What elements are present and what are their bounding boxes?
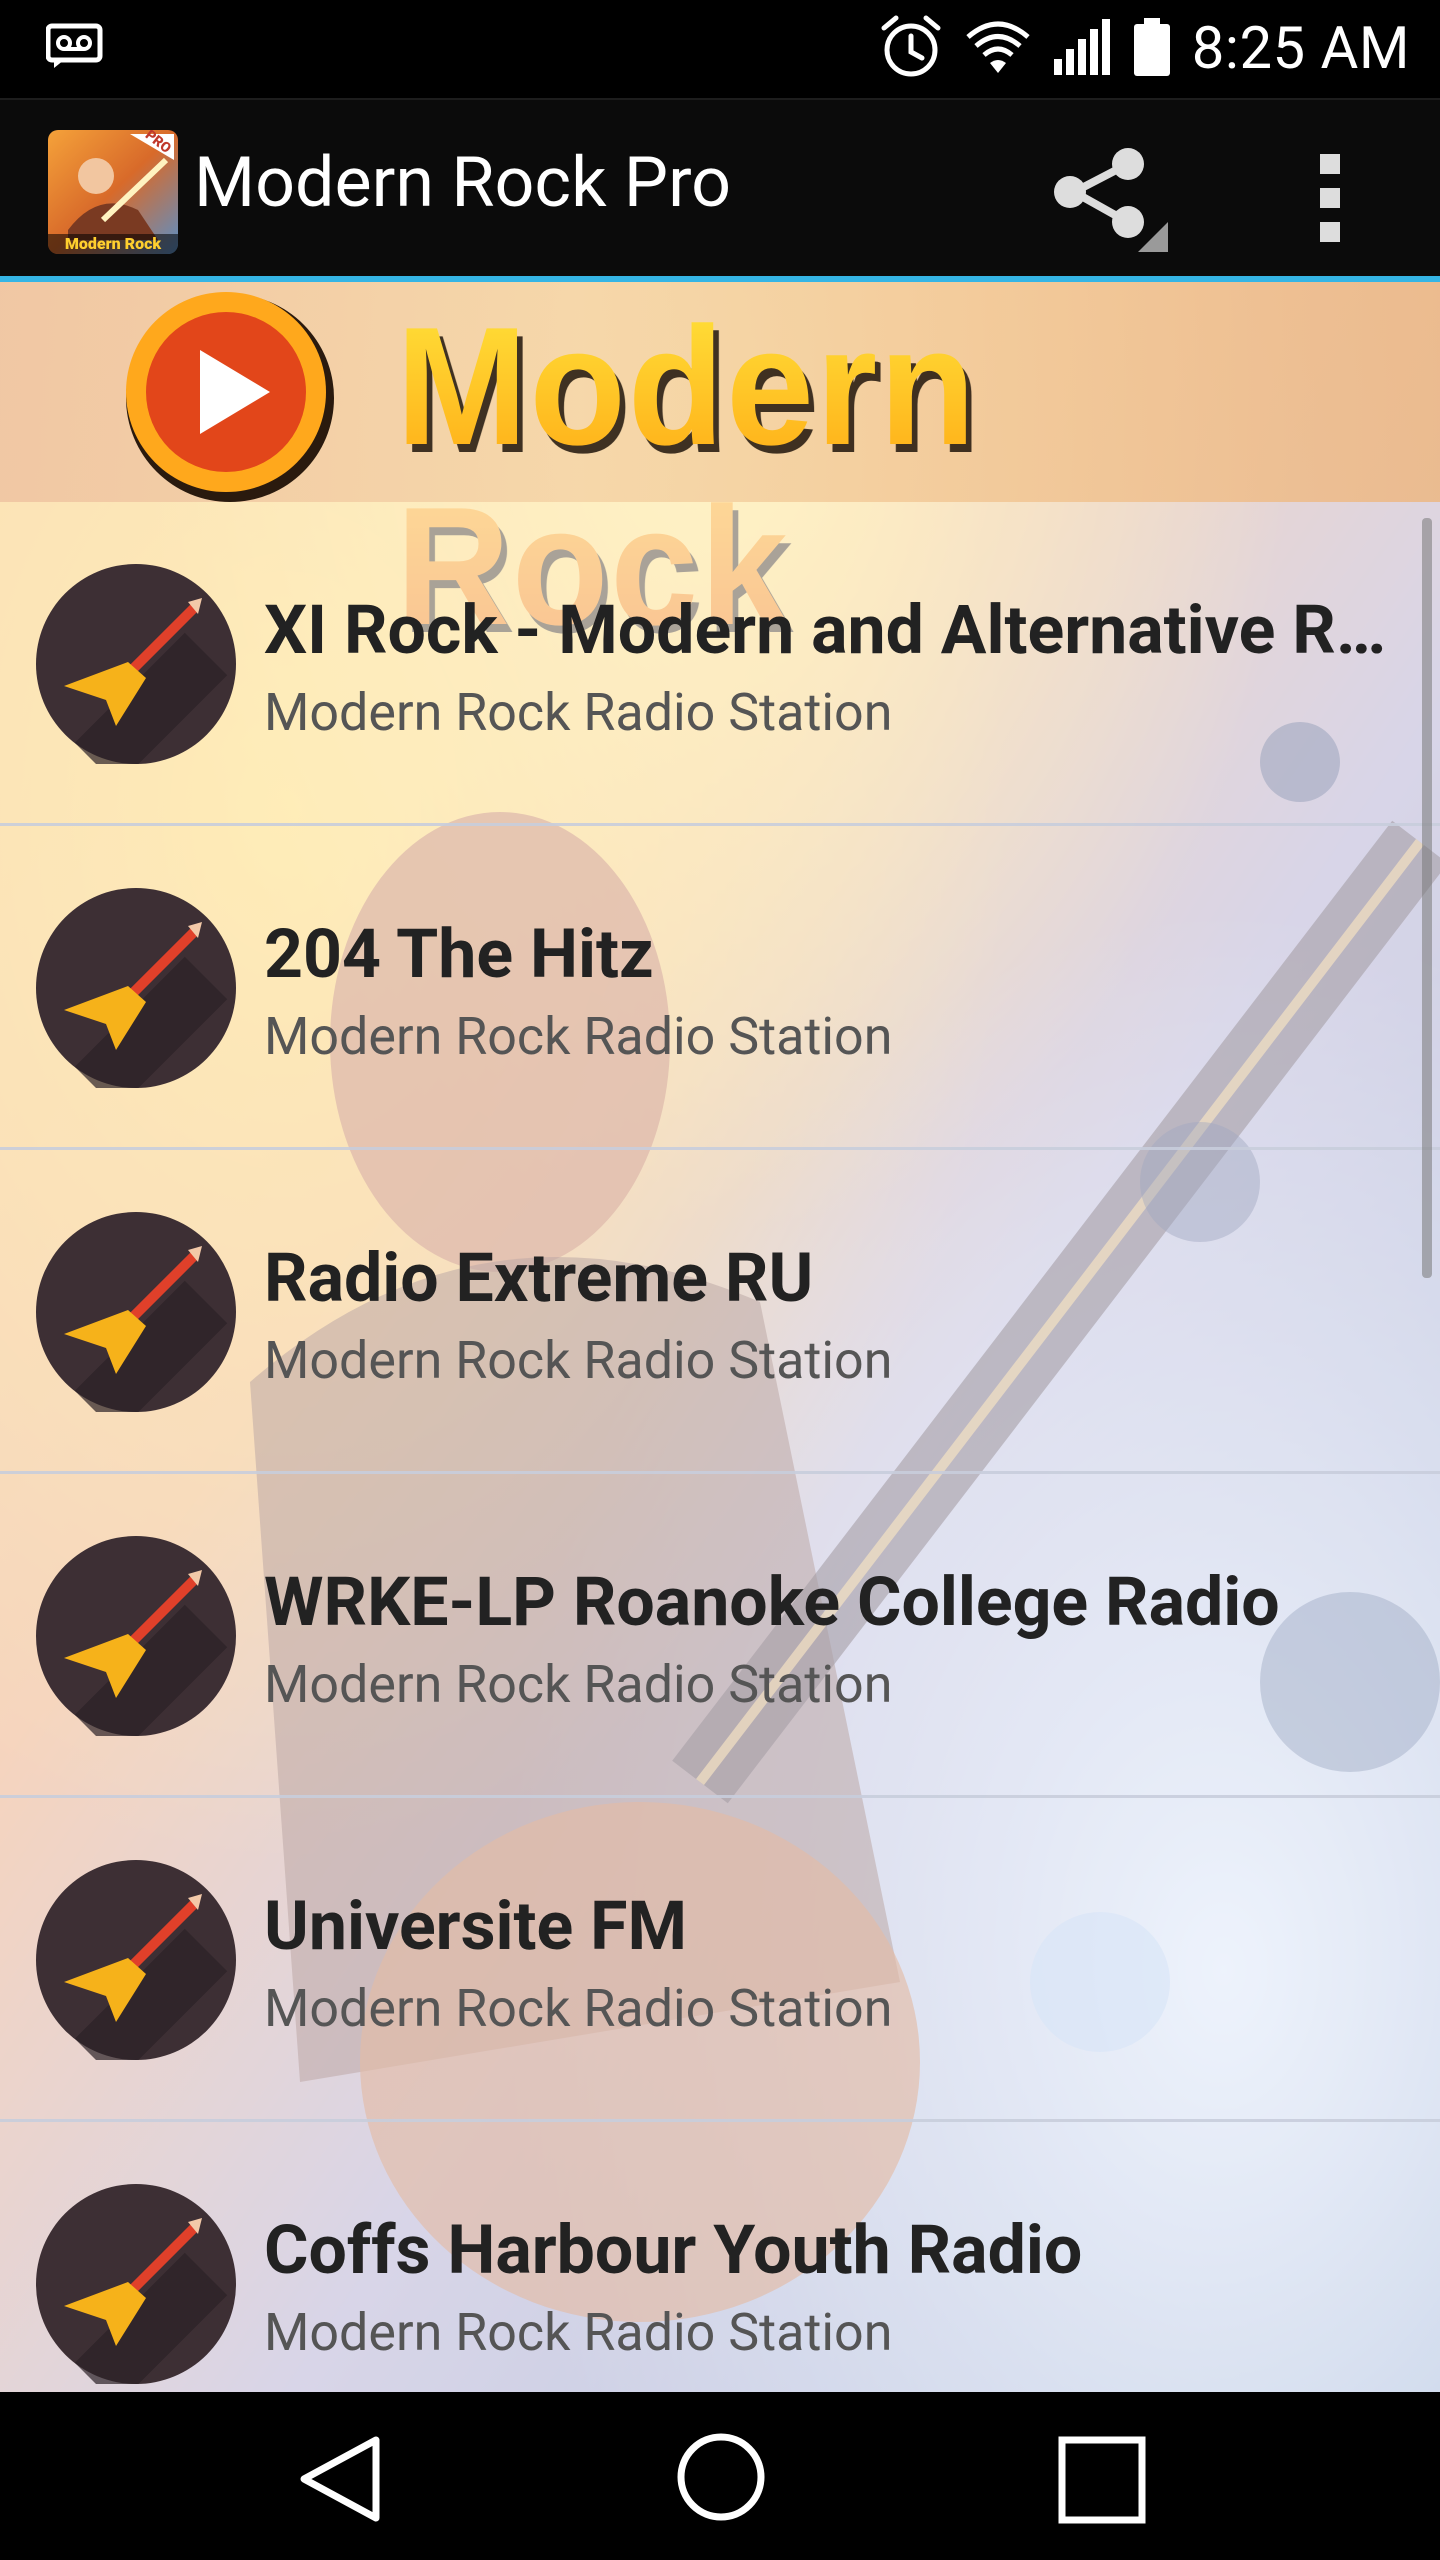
- guitar-icon: [36, 1536, 236, 1758]
- station-name: Coffs Harbour Youth Radio: [264, 2210, 1083, 2290]
- back-button[interactable]: [296, 2434, 384, 2524]
- guitar-icon: [36, 1212, 236, 1434]
- navigation-bar: [0, 2392, 1440, 2560]
- station-name: XI Rock - Modern and Alternative Rock: [264, 590, 1394, 670]
- station-subtitle: Modern Rock Radio Station: [264, 2302, 893, 2363]
- battery-icon: [1133, 18, 1170, 80]
- station-name: Radio Extreme RU: [264, 1238, 814, 1318]
- station-name: WRKE-LP Roanoke College Radio: [264, 1562, 1280, 1642]
- share-button[interactable]: [1040, 144, 1170, 254]
- guitar-icon: [36, 888, 236, 1110]
- play-icon: [120, 288, 340, 508]
- content-area: Modern Rock XI Rock - Modern and Alterna…: [0, 282, 1440, 2392]
- back-icon: [296, 2436, 384, 2528]
- station-list: XI Rock - Modern and Alternative Rock Mo…: [0, 502, 1440, 2392]
- station-row[interactable]: XI Rock - Modern and Alternative Rock Mo…: [0, 502, 1440, 826]
- station-subtitle: Modern Rock Radio Station: [264, 1006, 893, 1067]
- signal-icon: [1052, 19, 1112, 79]
- station-subtitle: Modern Rock Radio Station: [264, 1654, 893, 1715]
- overflow-menu-icon: [1300, 154, 1360, 254]
- station-subtitle: Modern Rock Radio Station: [264, 1978, 893, 2039]
- screen: 8:25 AM PRO Modern Rock Modern Rock Pro …: [0, 0, 1440, 2560]
- station-subtitle: Modern Rock Radio Station: [264, 1330, 893, 1391]
- action-bar: PRO Modern Rock Modern Rock Pro: [0, 98, 1440, 282]
- station-name: 204 The Hitz: [264, 914, 654, 994]
- station-name: Universite FM: [264, 1886, 687, 1966]
- station-subtitle: Modern Rock Radio Station: [264, 682, 893, 743]
- voicemail-icon: [45, 22, 104, 74]
- app-icon-caption: Modern Rock: [64, 234, 162, 253]
- app-title: Modern Rock Pro: [194, 142, 732, 224]
- status-bar: 8:25 AM: [0, 0, 1440, 98]
- station-row[interactable]: Radio Extreme RU Modern Rock Radio Stati…: [0, 1150, 1440, 1474]
- status-time: 8:25 AM: [1191, 15, 1410, 83]
- home-icon: [676, 2433, 766, 2526]
- guitar-icon: [36, 2184, 236, 2392]
- recents-button[interactable]: [1058, 2436, 1146, 2524]
- home-button[interactable]: [676, 2432, 766, 2522]
- station-row[interactable]: Coffs Harbour Youth Radio Modern Rock Ra…: [0, 2122, 1440, 2392]
- status-icons: 8:25 AM: [878, 0, 1410, 98]
- overflow-menu-button[interactable]: [1300, 150, 1360, 250]
- wifi-icon: [966, 19, 1030, 79]
- guitar-icon: [36, 1860, 236, 2082]
- banner[interactable]: Modern Rock: [0, 282, 1440, 656]
- station-row[interactable]: 204 The Hitz Modern Rock Radio Station: [0, 826, 1440, 1150]
- app-icon[interactable]: PRO Modern Rock: [48, 130, 178, 254]
- scrollbar[interactable]: [1422, 518, 1432, 1278]
- alarm-icon: [878, 14, 944, 84]
- station-row[interactable]: Universite FM Modern Rock Radio Station: [0, 1798, 1440, 2122]
- guitar-icon: [36, 564, 236, 786]
- recents-icon: [1058, 2436, 1146, 2528]
- station-row[interactable]: WRKE-LP Roanoke College Radio Modern Roc…: [0, 1474, 1440, 1798]
- share-icon: [1040, 148, 1170, 258]
